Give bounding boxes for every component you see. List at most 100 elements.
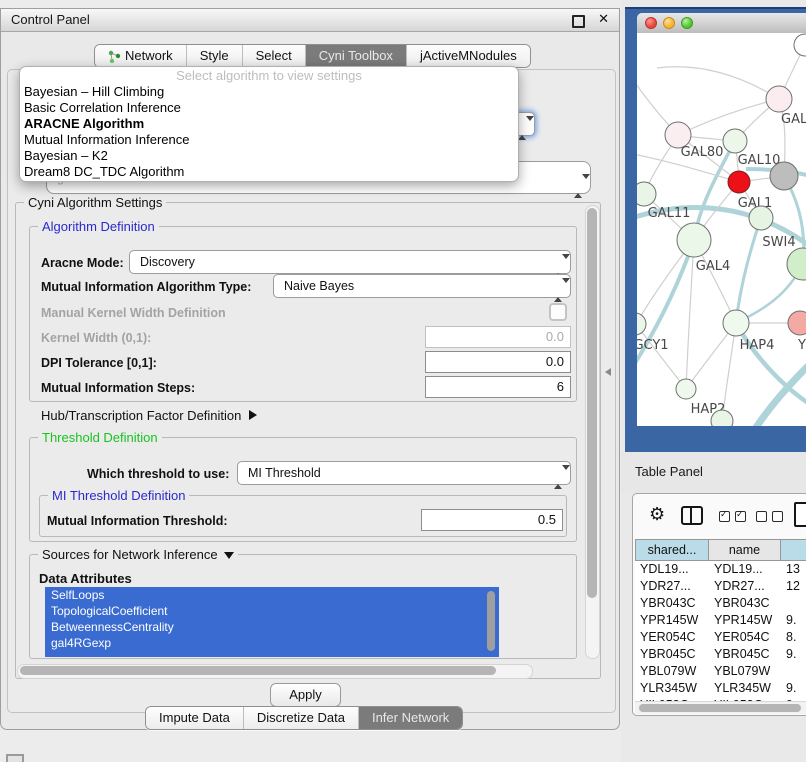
table-hscrollbar-thumb[interactable] (639, 704, 801, 712)
table-row[interactable]: YBL079WYBL079W (635, 663, 806, 680)
mi-threshold-field[interactable]: 0.5 (421, 509, 563, 531)
list-item[interactable]: SelfLoops (45, 587, 499, 603)
network-node[interactable] (794, 34, 806, 56)
table-row[interactable]: YBR045CYBR045C9. (635, 646, 806, 663)
network-edge (657, 67, 779, 99)
columns-icon[interactable] (681, 506, 703, 525)
hub-definition-toggle[interactable]: Hub/Transcription Factor Definition (41, 408, 257, 423)
table-row[interactable]: YPR145WYPR145W9. (635, 612, 806, 629)
stepper-icon (574, 170, 585, 203)
column-header-partial[interactable]: A (781, 539, 806, 561)
kernel-width-field[interactable]: 0.0 (425, 326, 571, 348)
table-row[interactable]: YBR043CYBR043C (635, 595, 806, 612)
network-canvas[interactable]: GALGAL80GAL10GAL1GAL11GAL4SWI4HAP4YGCY1H… (637, 33, 806, 426)
column-header-name[interactable]: name (709, 539, 781, 561)
table-hscrollbar[interactable] (635, 701, 806, 714)
tab-infer-network-label: Infer Network (372, 707, 449, 729)
network-node[interactable] (766, 86, 792, 112)
settings-hscrollbar[interactable] (17, 664, 533, 679)
table-row[interactable]: YDR27...YDR27...12 (635, 578, 806, 595)
manual-kernel-checkbox[interactable] (549, 303, 567, 321)
network-node[interactable] (787, 248, 806, 280)
network-node[interactable] (723, 310, 749, 336)
table-cell: YDR27... (635, 578, 709, 595)
column-header-shared[interactable]: shared... (635, 539, 709, 561)
network-node[interactable] (723, 129, 747, 153)
table-cell: YBR045C (709, 646, 781, 663)
table-body[interactable]: YDL19...YDL19...13YDR27...YDR27...12YBR0… (635, 561, 806, 701)
algorithm-item-selected[interactable]: ARACNE Algorithm (20, 116, 518, 132)
apply-button[interactable]: Apply (270, 683, 341, 707)
table-cell: YBR043C (709, 595, 781, 612)
sources-legend[interactable]: Sources for Network Inference (38, 547, 238, 562)
minimize-traffic-light-icon[interactable] (663, 17, 675, 29)
close-traffic-light-icon[interactable] (645, 17, 657, 29)
control-panel-titlebar[interactable]: Control Panel ✕ (1, 9, 619, 32)
table-panel-strip: Table Panel (621, 452, 806, 493)
data-attributes-list[interactable]: SelfLoops TopologicalCoefficient Between… (45, 587, 499, 657)
network-node[interactable] (770, 162, 798, 190)
network-edge (637, 240, 694, 373)
zoom-traffic-light-icon[interactable] (681, 17, 693, 29)
aracne-mode-combo[interactable]: Discovery (129, 250, 571, 274)
dpi-tolerance-field[interactable]: 0.0 (425, 351, 571, 373)
tab-impute-data[interactable]: Impute Data (146, 707, 243, 729)
algorithm-item[interactable]: Mutual Information Inference (20, 132, 518, 148)
minimized-panel-icon[interactable] (6, 754, 24, 762)
tab-impute-data-label: Impute Data (159, 707, 230, 729)
which-threshold-combo[interactable]: MI Threshold (237, 461, 571, 485)
table-row[interactable]: YLR345WYLR345W9. (635, 680, 806, 697)
tab-style[interactable]: Style (186, 45, 242, 67)
tab-select[interactable]: Select (242, 45, 305, 67)
table-row[interactable]: YER054CYER054C8. (635, 629, 806, 646)
list-item[interactable]: BetweennessCentrality (45, 619, 499, 635)
algorithm-item[interactable]: Bayesian – K2 (20, 148, 518, 164)
algorithm-item[interactable]: Dream8 DC_TDC Algorithm (20, 164, 518, 180)
network-node[interactable] (677, 223, 711, 257)
deselect-all-checkboxes-icon[interactable] (756, 511, 783, 522)
list-item[interactable]: TopologicalCoefficient (45, 603, 499, 619)
network-node-label: GCY1 (637, 338, 669, 353)
document-icon[interactable] (794, 502, 806, 527)
kernel-width-label: Kernel Width (0,1): (41, 331, 151, 345)
table-cell: 9. (781, 612, 806, 629)
algorithm-popup: Select algorithm to view settings Bayesi… (19, 66, 519, 182)
which-threshold-value: MI Threshold (248, 466, 321, 480)
network-window[interactable]: GALGAL80GAL10GAL1GAL11GAL4SWI4HAP4YGCY1H… (637, 13, 806, 426)
settings-vscrollbar[interactable] (585, 205, 600, 659)
network-node[interactable] (637, 313, 646, 335)
tab-network[interactable]: Network (95, 45, 186, 67)
select-all-checkboxes-icon[interactable] (719, 511, 746, 522)
settings-vscrollbar-thumb[interactable] (587, 208, 597, 598)
float-window-icon[interactable] (572, 15, 585, 28)
gear-icon[interactable]: ⚙ (649, 504, 665, 525)
network-window-titlebar[interactable] (637, 13, 806, 34)
mi-steps-field[interactable]: 6 (425, 376, 571, 398)
tab-jactivemnodules[interactable]: jActiveMNodules (406, 45, 530, 67)
network-canvas-svg[interactable]: GALGAL80GAL10GAL1GAL11GAL4SWI4HAP4YGCY1H… (637, 33, 806, 426)
list-vscrollbar-thumb[interactable] (487, 591, 495, 651)
network-node[interactable] (676, 379, 696, 399)
network-node-label: GAL4 (696, 259, 730, 274)
network-node[interactable] (788, 311, 806, 335)
tab-infer-network[interactable]: Infer Network (358, 707, 462, 729)
algorithm-item[interactable]: Bayesian – Hill Climbing (20, 84, 518, 100)
control-panel-title: Control Panel (11, 12, 90, 27)
table-row[interactable]: YDL19...YDL19...13 (635, 561, 806, 578)
network-view-frame[interactable]: GALGAL80GAL10GAL1GAL11GAL4SWI4HAP4YGCY1H… (625, 7, 806, 452)
tab-style-label: Style (200, 45, 229, 67)
tab-discretize-data[interactable]: Discretize Data (243, 707, 358, 729)
network-node-label: SWI4 (762, 235, 795, 250)
tab-cyni-toolbox[interactable]: Cyni Toolbox (305, 45, 406, 67)
network-node-label: GAL80 (681, 145, 724, 160)
mi-type-combo[interactable]: Naive Bayes (273, 274, 571, 298)
panel-resize-arrow-icon[interactable] (605, 368, 611, 376)
algorithm-item[interactable]: Basic Correlation Inference (20, 100, 518, 116)
network-node[interactable] (749, 206, 773, 230)
close-icon[interactable]: ✕ (598, 11, 609, 27)
network-node[interactable] (728, 171, 750, 193)
network-node[interactable] (637, 182, 656, 206)
list-item[interactable]: gal4RGexp (45, 635, 499, 651)
cyni-algorithm-settings-legend: Cyni Algorithm Settings (24, 195, 166, 210)
settings-hscrollbar-thumb[interactable] (20, 666, 496, 675)
